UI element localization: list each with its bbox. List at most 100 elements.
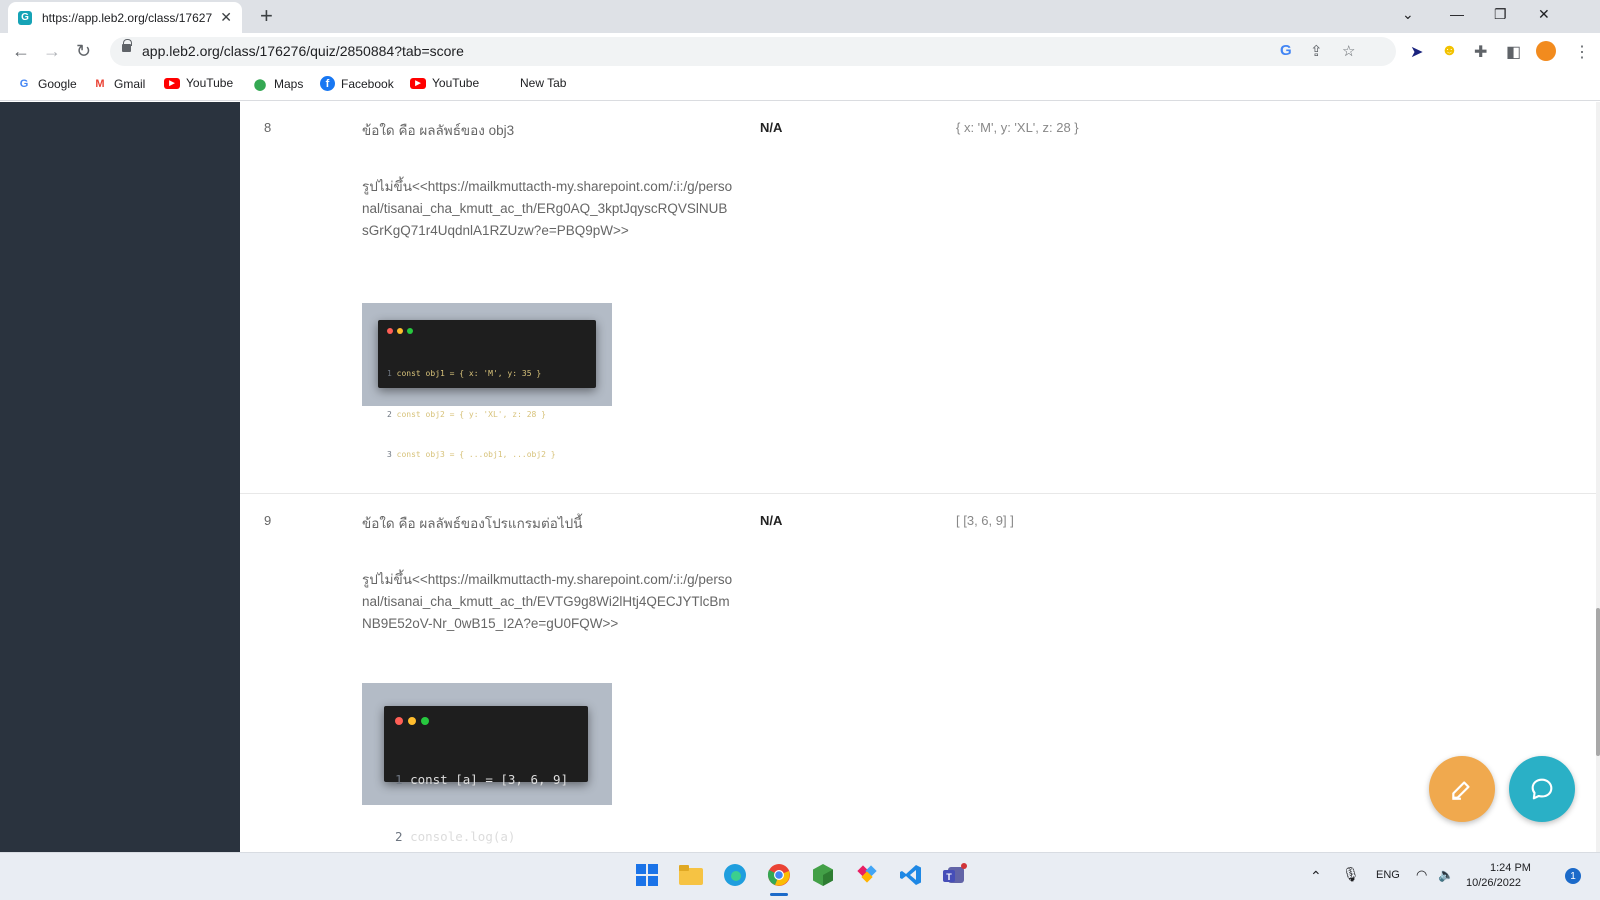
tab-strip: G https://app.leb2.org/class/17627 ✕ + ⌄… — [0, 0, 1600, 33]
close-tab-icon[interactable]: ✕ — [220, 9, 232, 26]
share-icon[interactable]: ⇪ — [1310, 42, 1323, 60]
speaker-muted-icon[interactable]: 🔈 — [1438, 867, 1454, 883]
code-window: 1 const obj1 = { x: 'M', y: 35 } 2 const… — [378, 320, 596, 459]
bookmark-gmail[interactable]: M Gmail — [92, 76, 145, 92]
quiz-score-table: 8 ข้อใด คือ ผลลัพธ์ของ obj3 รูปไม่ขึ้น<<… — [240, 102, 1596, 852]
code-text: const obj2 = { y: 'XL', z: 28 } — [396, 409, 546, 419]
google-icon: G — [19, 78, 29, 90]
address-bar[interactable]: app.leb2.org/class/176276/quiz/2850884?t… — [110, 37, 1396, 66]
forward-button[interactable]: → — [43, 41, 61, 62]
bookmark-label: Gmail — [114, 77, 146, 91]
green-cube-app-icon[interactable] — [810, 862, 836, 888]
code-line: 1 const [a] = [3, 6, 9] — [395, 770, 588, 789]
minimize-button[interactable]: — — [1450, 6, 1464, 22]
tab-title: https://app.leb2.org/class/17627 — [42, 10, 213, 25]
bookmark-label: YouTube — [432, 76, 480, 90]
bookmark-label: YouTube — [186, 76, 234, 90]
new-tab-button[interactable]: + — [260, 4, 273, 28]
bookmark-maps[interactable]: ⬤ Maps — [252, 76, 304, 92]
pencil-icon — [1452, 781, 1470, 800]
clock-time[interactable]: 1:24 PM — [1490, 862, 1531, 874]
extension-face-icon[interactable]: ☻ — [1441, 42, 1458, 60]
teams-icon[interactable]: T — [942, 862, 968, 888]
question-text: ข้อใด คือ ผลลัพธ์ของโปรแกรมต่อไปนี้ — [362, 516, 583, 531]
scrollbar-thumb[interactable] — [1596, 608, 1600, 756]
question-number: 9 — [264, 513, 272, 528]
yellow-dot-icon — [397, 328, 403, 334]
bookmark-label: Maps — [274, 77, 304, 91]
maps-icon: ⬤ — [253, 78, 267, 91]
profile-avatar[interactable] — [1536, 41, 1556, 61]
window-dots — [384, 706, 588, 725]
line-number: 2 — [395, 829, 403, 844]
line-number: 3 — [387, 450, 392, 459]
line-number: 1 — [395, 772, 403, 787]
bookmark-youtube-2[interactable]: ▶ YouTube — [410, 76, 479, 90]
code-line: 1 const obj1 = { x: 'M', y: 35 } — [387, 367, 596, 381]
google-lens-icon[interactable]: G — [1280, 42, 1292, 59]
bookmark-star-icon[interactable]: ☆ — [1342, 42, 1355, 60]
code-line: 3 const obj3 = { ...obj1, ...obj2 } — [387, 448, 596, 462]
code-text: console.log(a) — [410, 829, 516, 844]
browser-tab[interactable]: G https://app.leb2.org/class/17627 ✕ — [8, 2, 242, 33]
side-panel-icon[interactable]: ◧ — [1506, 42, 1521, 62]
chat-bubble-icon — [1531, 778, 1553, 800]
extension-arrow-icon[interactable]: ➤ — [1410, 42, 1423, 62]
colorful-app-icon[interactable] — [854, 862, 880, 888]
green-dot-icon — [407, 328, 413, 334]
page-scrollbar[interactable] — [1596, 102, 1600, 852]
show-hidden-icons-chevron-icon[interactable]: ⌃ — [1310, 868, 1322, 885]
file-explorer-icon[interactable] — [678, 862, 704, 888]
code-block: 1 const [a] = [3, 6, 9] 2 console.log(a) — [384, 725, 588, 852]
code-window: 1 const [a] = [3, 6, 9] 2 console.log(a) — [384, 706, 588, 844]
restore-button[interactable]: ❐ — [1494, 6, 1507, 23]
score-value: N/A — [760, 120, 783, 135]
tab-search-icon[interactable]: ⌄ — [1402, 6, 1414, 23]
windows-taskbar — [0, 852, 1600, 900]
edit-note-button[interactable] — [1429, 756, 1495, 822]
language-indicator[interactable]: ENG — [1376, 869, 1400, 881]
notification-badge[interactable]: 1 — [1565, 868, 1581, 884]
extensions-puzzle-icon[interactable]: ✚ — [1474, 42, 1487, 62]
answer-value: [ [3, 6, 9] ] — [956, 513, 1014, 528]
line-number: 1 — [387, 369, 392, 378]
red-dot-icon — [387, 328, 393, 334]
svg-text:T: T — [946, 872, 952, 882]
vscode-icon[interactable] — [898, 862, 924, 888]
close-window-button[interactable]: ✕ — [1538, 6, 1550, 23]
question-text: ข้อใด คือ ผลลัพธ์ของ obj3 — [362, 123, 515, 138]
back-button[interactable]: ← — [12, 41, 30, 62]
dark-sidebar — [0, 102, 240, 852]
lock-icon[interactable] — [122, 39, 132, 52]
windows-start-icon[interactable] — [634, 862, 660, 888]
url-text[interactable]: app.leb2.org/class/176276/quiz/2850884?t… — [142, 43, 464, 59]
bookmarks-bar: G Google M Gmail ▶ YouTube ⬤ Maps f Face… — [0, 70, 1600, 101]
code-text: const obj3 = { ...obj1, ...obj2 } — [396, 450, 556, 459]
bookmark-label: Google — [38, 77, 77, 91]
bookmark-youtube[interactable]: ▶ YouTube — [164, 76, 233, 90]
question-number: 8 — [264, 120, 272, 135]
chat-button[interactable] — [1509, 756, 1575, 822]
edge-browser-icon[interactable] — [722, 862, 748, 888]
bookmark-facebook[interactable]: f Facebook — [320, 76, 394, 91]
question-image-link: รูปไม่ขึ้น<<https://mailkmuttacth-my.sha… — [362, 572, 733, 631]
wifi-icon[interactable]: ◠ — [1416, 867, 1427, 883]
youtube-icon: ▶ — [164, 77, 180, 89]
question-image-link: รูปไม่ขึ้น<<https://mailkmuttacth-my.sha… — [362, 179, 733, 238]
bookmark-new-tab[interactable]: New Tab — [520, 76, 566, 90]
menu-kebab-icon[interactable]: ⋮ — [1574, 42, 1590, 62]
green-dot-icon — [421, 717, 429, 725]
code-block: 1 const obj1 = { x: 'M', y: 35 } 2 const… — [378, 334, 596, 489]
score-value: N/A — [760, 513, 783, 528]
question-row: 8 ข้อใด คือ ผลลัพธ์ของ obj3 รูปไม่ขึ้น<<… — [240, 102, 1596, 494]
answer-value: { x: 'M', y: 'XL', z: 28 } — [956, 120, 1079, 135]
code-screenshot-image: 1 const obj1 = { x: 'M', y: 35 } 2 const… — [362, 303, 612, 459]
microphone-muted-icon[interactable]: 🎙 — [1342, 866, 1360, 883]
clock-date[interactable]: 10/26/2022 — [1466, 877, 1521, 889]
bookmark-label: New Tab — [520, 76, 567, 90]
youtube-icon: ▶ — [410, 77, 426, 89]
chrome-icon[interactable] — [766, 862, 792, 888]
bookmark-google[interactable]: G Google — [16, 76, 77, 92]
line-number: 2 — [387, 409, 392, 419]
reload-button[interactable]: ↻ — [76, 41, 91, 62]
